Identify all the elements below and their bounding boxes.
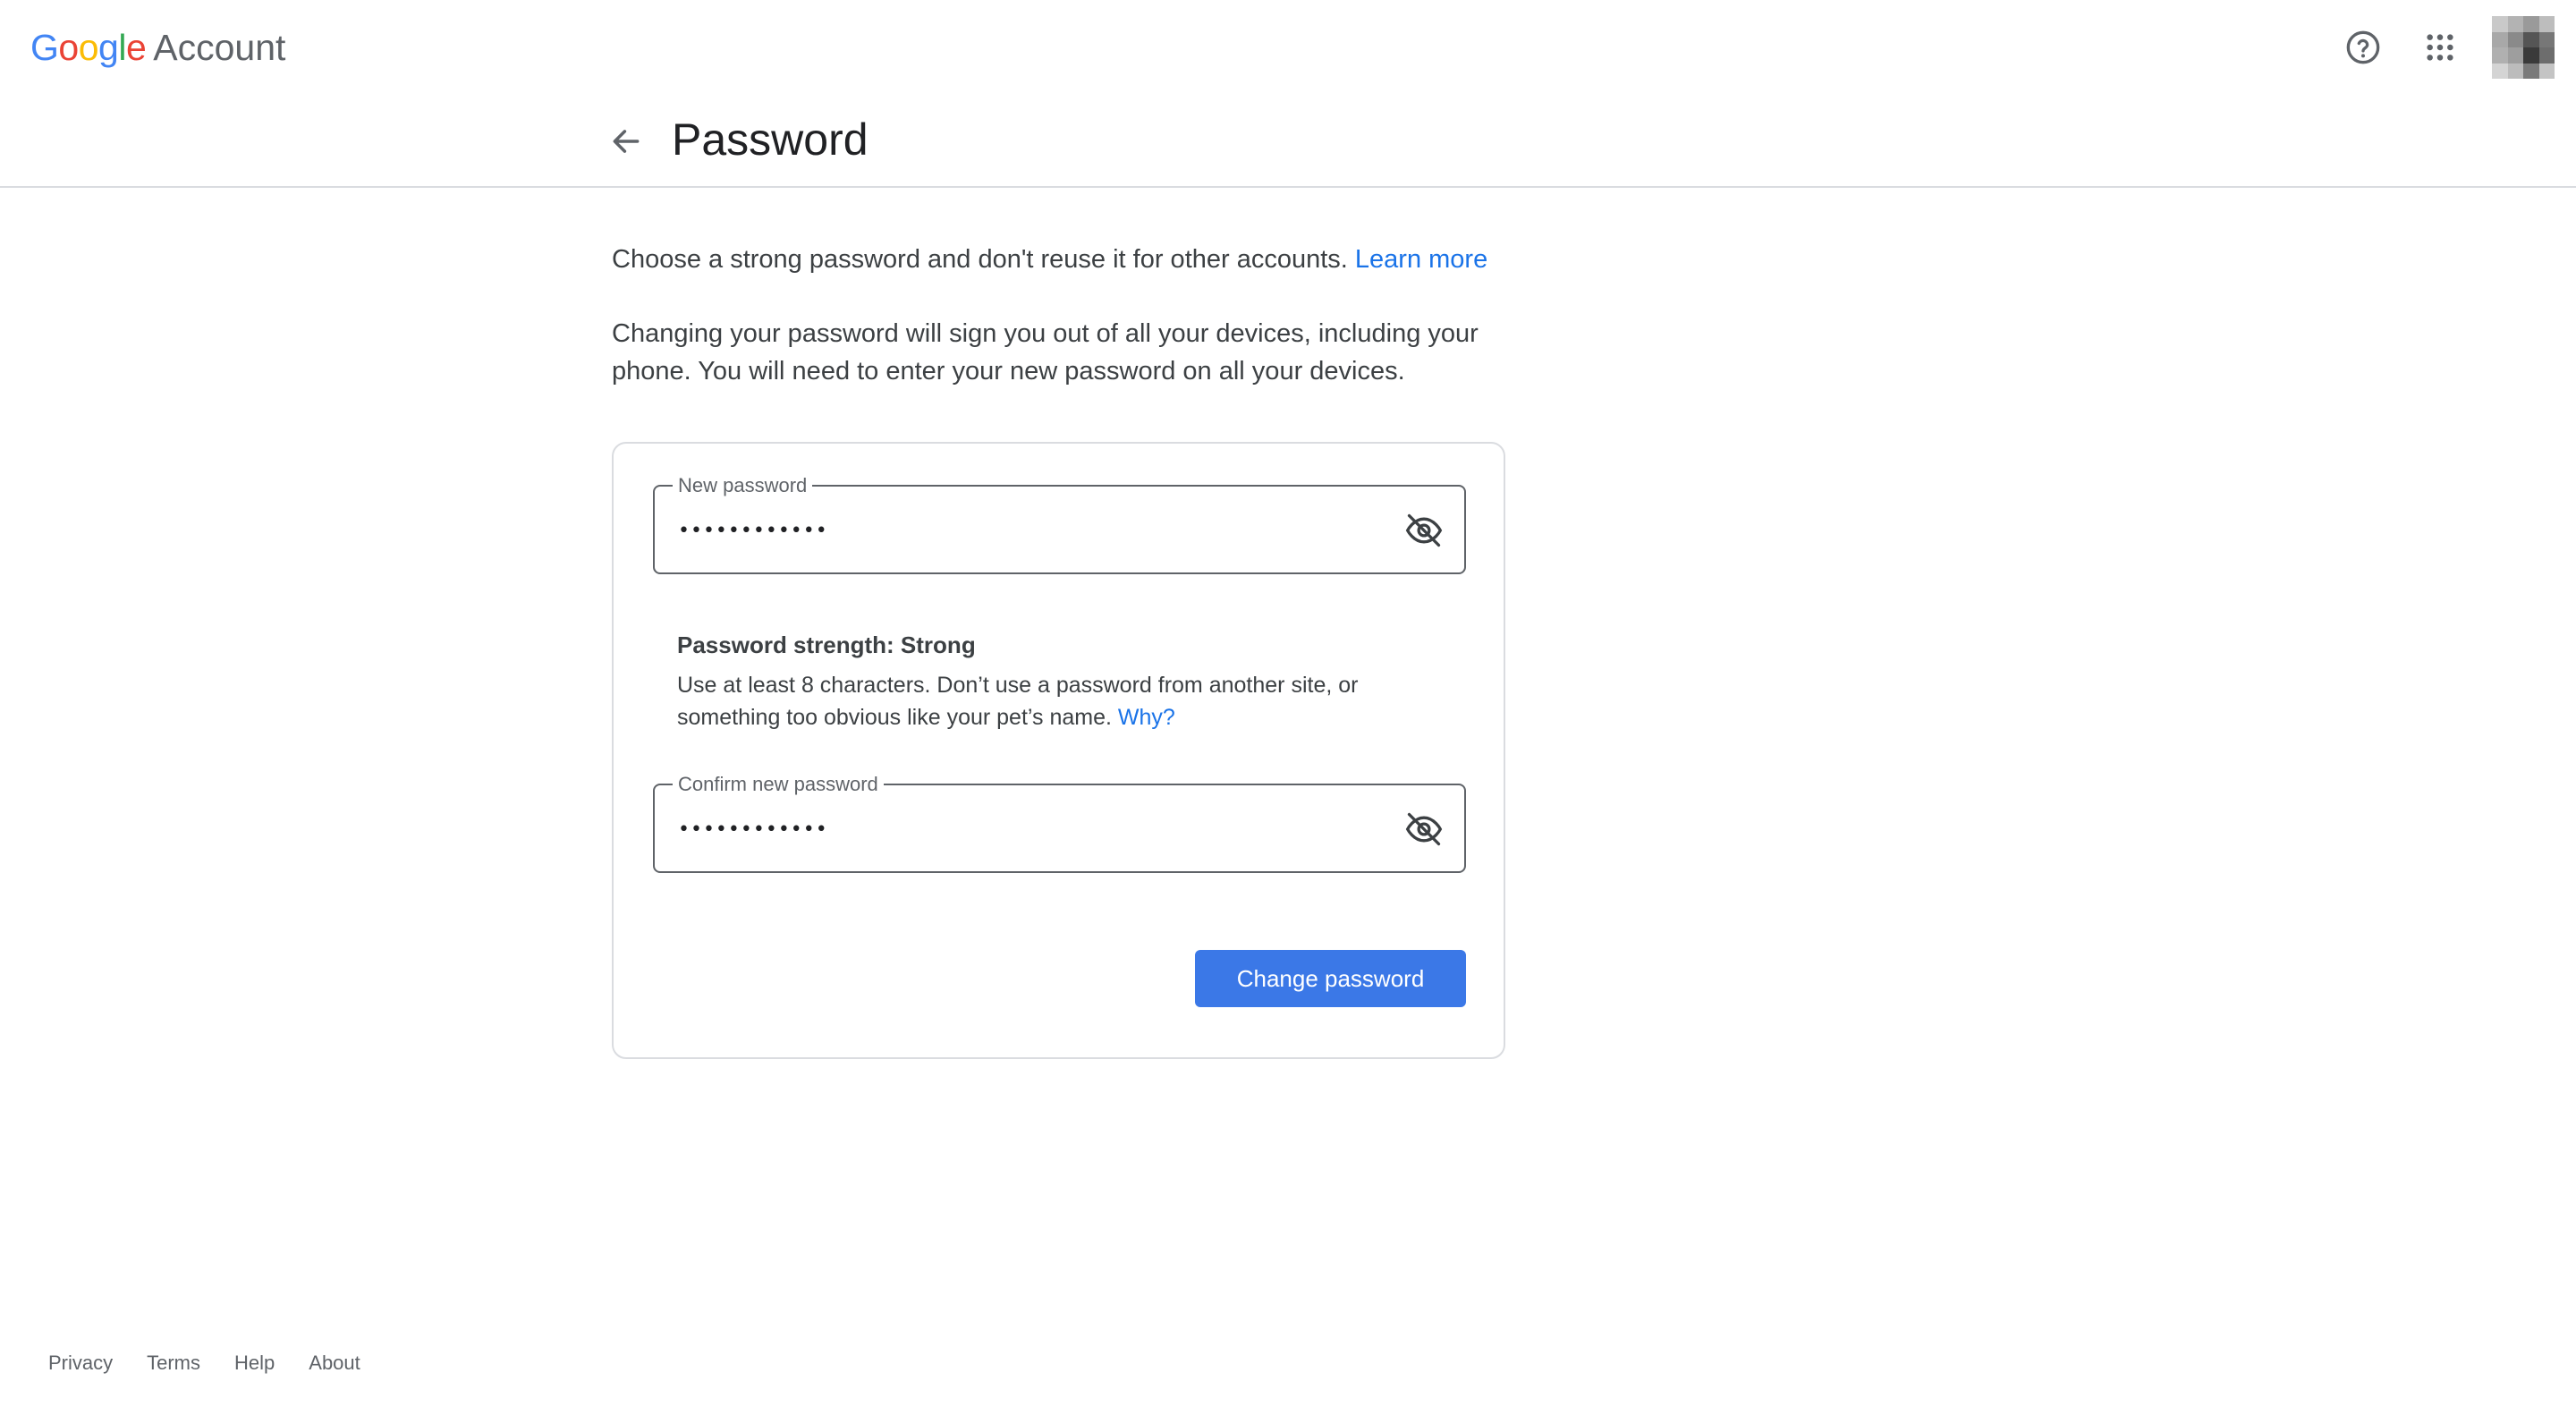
change-password-card: New password Password strength: Strong U… <box>612 442 1505 1059</box>
signout-warning: Changing your password will sign you out… <box>612 319 1479 386</box>
intro-text: Choose a strong password and don't reuse… <box>612 240 1506 279</box>
confirm-password-input[interactable] <box>678 809 1376 850</box>
footer-privacy-link[interactable]: Privacy <box>48 1352 113 1375</box>
help-icon[interactable] <box>2338 22 2388 72</box>
visibility-off-icon[interactable] <box>1400 506 1448 555</box>
top-app-bar: Google Account <box>0 0 2576 95</box>
confirm-password-field[interactable]: Confirm new password <box>653 773 1466 873</box>
page-header: Password <box>0 95 2576 188</box>
strength-description: Use at least 8 characters. Don’t use a p… <box>677 669 1446 733</box>
page-title: Password <box>672 114 869 165</box>
apps-grid-icon[interactable] <box>2415 22 2465 72</box>
footer-help-link[interactable]: Help <box>234 1352 275 1375</box>
page-content: Choose a strong password and don't reuse… <box>612 240 1506 390</box>
avatar[interactable] <box>2492 16 2555 79</box>
google-wordmark: Google <box>30 27 147 68</box>
strength-hint: Use at least 8 characters. Don’t use a p… <box>677 673 1359 730</box>
confirm-password-label: Confirm new password <box>673 773 884 796</box>
account-wordmark: Account <box>153 27 286 68</box>
top-actions <box>2338 16 2555 79</box>
footer-about-link[interactable]: About <box>309 1352 360 1375</box>
strength-title: Password strength: Strong <box>677 631 976 658</box>
new-password-field[interactable]: New password <box>653 474 1466 574</box>
visibility-off-icon[interactable] <box>1400 805 1448 853</box>
footer-links: Privacy Terms Help About <box>48 1352 360 1375</box>
google-account-logo[interactable]: Google Account <box>30 25 285 70</box>
why-link[interactable]: Why? <box>1118 705 1175 730</box>
new-password-label: New password <box>673 474 813 497</box>
learn-more-link[interactable]: Learn more <box>1355 245 1487 274</box>
new-password-input[interactable] <box>678 510 1376 551</box>
intro-message: Choose a strong password and don't reuse… <box>612 245 1355 274</box>
arrow-back-icon[interactable] <box>601 116 651 166</box>
password-strength: Password strength: Strong Use at least 8… <box>677 630 1446 733</box>
footer-terms-link[interactable]: Terms <box>147 1352 200 1375</box>
change-password-button[interactable]: Change password <box>1195 950 1466 1007</box>
